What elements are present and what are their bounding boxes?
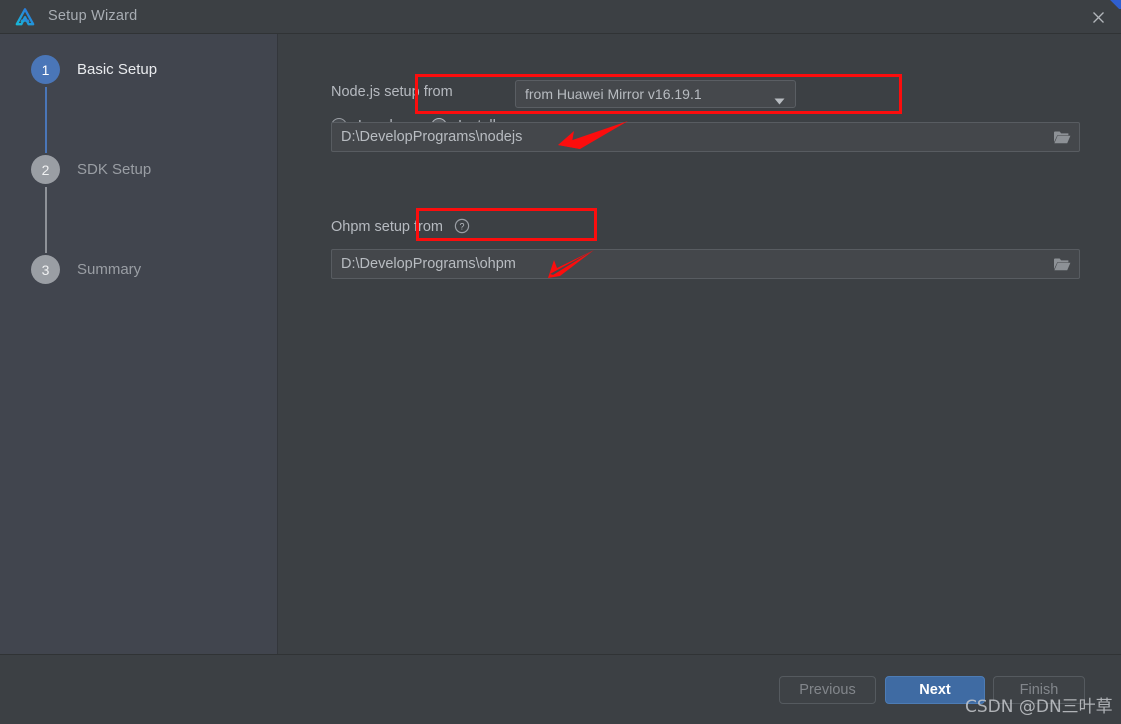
ohpm-section-label: Ohpm setup from ? — [331, 218, 470, 235]
step-label: Summary — [77, 261, 142, 278]
sidebar-step-basic-setup[interactable]: 1 Basic Setup — [31, 55, 157, 84]
step-sidebar: 1 Basic Setup 2 SDK Setup 3 Summary — [0, 34, 278, 654]
nodejs-mirror-select-value: from Huawei Mirror v16.19.1 — [525, 86, 702, 102]
window-title: Setup Wizard — [48, 8, 138, 24]
nodejs-path-value: D:\DevelopPrograms\nodejs — [341, 129, 523, 145]
ohpm-section-label-text: Ohpm setup from — [331, 219, 444, 235]
help-circle-icon[interactable]: ? — [454, 218, 470, 234]
step-label: SDK Setup — [77, 161, 152, 178]
previous-button[interactable]: Previous — [779, 676, 876, 704]
svg-text:?: ? — [460, 222, 465, 232]
sidebar-step-sdk-setup[interactable]: 2 SDK Setup — [31, 155, 151, 184]
corner-artifact — [1109, 0, 1121, 9]
folder-icon[interactable] — [1045, 250, 1079, 278]
chevron-down-icon — [774, 92, 785, 110]
folder-icon[interactable] — [1045, 123, 1079, 151]
watermark: CSDN @DN三叶草 — [965, 697, 1113, 717]
setup-wizard-window: Setup Wizard 1 Basic Setup 2 SDK Setup 3… — [0, 0, 1121, 724]
nodejs-mirror-select[interactable]: from Huawei Mirror v16.19.1 — [515, 80, 796, 108]
footer-bar: Previous Next Finish — [0, 654, 1121, 724]
deveco-studio-logo-icon — [14, 6, 36, 28]
nodejs-path-field[interactable]: D:\DevelopPrograms\nodejs — [331, 122, 1080, 152]
step-number-badge: 1 — [31, 55, 60, 84]
step-connector-2 — [45, 187, 47, 253]
step-connector-1 — [45, 87, 47, 153]
title-bar: Setup Wizard — [0, 0, 1121, 34]
step-label: Basic Setup — [77, 61, 158, 78]
main-content: Node.js setup from Local Install from Hu… — [279, 34, 1121, 654]
step-number-badge: 3 — [31, 255, 60, 284]
sidebar-step-summary[interactable]: 3 Summary — [31, 255, 141, 284]
nodejs-section-label: Node.js setup from — [331, 84, 453, 100]
ohpm-path-field[interactable]: D:\DevelopPrograms\ohpm — [331, 249, 1080, 279]
step-number-badge: 2 — [31, 155, 60, 184]
ohpm-path-value: D:\DevelopPrograms\ohpm — [341, 256, 516, 272]
